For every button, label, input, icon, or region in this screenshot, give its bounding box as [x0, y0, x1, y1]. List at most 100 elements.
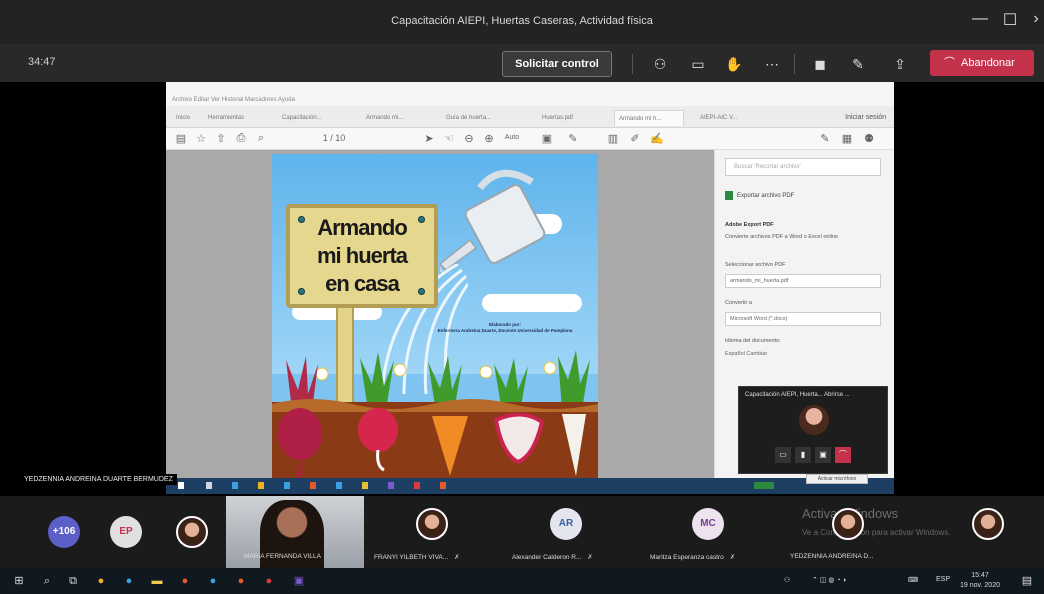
pdf-toolbar: ▤ ☆ ⇧ ⎙ ⌕ 1 / 10 ➤ ☜ ⊖ ⊕ Auto ▣ ✎ ▥ ✐ ✍ …	[166, 128, 894, 150]
chat-icon[interactable]: ▭	[686, 53, 710, 75]
draw-icon[interactable]: ✐	[628, 132, 642, 145]
app-icon	[414, 482, 420, 489]
export-icon[interactable]: ▣	[540, 132, 554, 145]
convert-to-select[interactable]: Microsoft Word (*.docx)	[725, 312, 881, 326]
app-icon[interactable]: ●	[262, 574, 276, 588]
search-icon[interactable]: ⌕	[40, 574, 54, 588]
participant-name: Maritza Esperanza castro ✗	[650, 553, 735, 561]
watering-can-illustration	[440, 169, 546, 275]
export-title: Adobe Export PDF	[725, 222, 774, 228]
mic-tooltip: Activar micrófono	[806, 474, 868, 484]
more-participants-badge[interactable]: +106	[48, 516, 80, 548]
language-value[interactable]: Español Cambiar	[725, 348, 881, 362]
camera-off-icon[interactable]: ◼	[808, 53, 832, 75]
edit-icon[interactable]: ✎	[818, 132, 832, 145]
app-icon	[336, 482, 342, 489]
mic-off-icon[interactable]: ✎	[846, 53, 870, 75]
avatar[interactable]	[416, 508, 448, 540]
close-button[interactable]: ›	[1026, 10, 1044, 28]
print-icon[interactable]: ⎙	[234, 132, 248, 145]
maximize-button[interactable]: ☐	[1000, 10, 1020, 30]
hand-tool-icon[interactable]: ☜	[442, 132, 456, 145]
bookmark-icon[interactable]: ☆	[194, 132, 208, 145]
sign-icon[interactable]: ✍	[650, 132, 664, 145]
export-description: Convierte archivos PDF a Word o Excel on…	[725, 234, 839, 240]
share-screen-icon[interactable]: ⇪	[888, 53, 912, 75]
tray-icons[interactable]: ⌃ ◫ ◍ ◔ ◗	[812, 576, 847, 584]
chrome-icon[interactable]: ●	[94, 574, 108, 588]
request-control-button[interactable]: Solicitar control	[502, 51, 612, 77]
upload-icon[interactable]: ⇧	[214, 132, 228, 145]
tab[interactable]: Capacitación...	[278, 110, 338, 126]
camera-icon[interactable]: ▭	[775, 447, 791, 463]
tab[interactable]: Inicio	[172, 110, 194, 126]
raise-hand-icon[interactable]: ✋	[722, 53, 746, 75]
app-icon[interactable]: ●	[206, 574, 220, 588]
browser-menu[interactable]: Archivo Editar Ver Historial Marcadores …	[166, 94, 894, 106]
zoom-level[interactable]: Auto	[500, 134, 524, 141]
avatar[interactable]	[176, 516, 208, 548]
avatar	[799, 405, 829, 435]
tab[interactable]: Armando mi...	[362, 110, 422, 126]
mic-off-icon: ✗	[729, 554, 736, 561]
zoom-in-icon[interactable]: ⊕	[482, 132, 496, 145]
participant-name: MARIA FERNANDA VILLA	[244, 553, 321, 560]
export-pdf-header[interactable]: Exportar archivo PDF	[725, 188, 881, 204]
shared-taskbar	[166, 478, 894, 494]
app-icon[interactable]: ●	[178, 574, 192, 588]
input-language[interactable]: ESP	[936, 576, 950, 583]
pdf-title-line: mi huerta	[316, 243, 408, 268]
edge-icon[interactable]: ●	[122, 574, 136, 588]
mic-off-icon: ✗	[454, 554, 460, 561]
zoom-out-icon[interactable]: ⊖	[462, 132, 476, 145]
organize-icon[interactable]: ▦	[840, 132, 854, 145]
window-title: Capacitación AIEPI, Huertas Caseras, Act…	[391, 15, 653, 27]
pdf-viewer[interactable]: Armando mi huerta en casa Elaborado por:…	[166, 150, 714, 486]
avatar[interactable]: MC	[692, 508, 724, 540]
credit-line: Enfermera Andreina Duarte, Docente Unive…	[437, 328, 573, 333]
tab[interactable]: Huertas.pdf	[538, 110, 588, 126]
app-icon	[258, 482, 264, 489]
app-icon	[388, 482, 394, 489]
participants-icon[interactable]: ⚇	[648, 53, 672, 75]
tools-search-input[interactable]: Buscar 'Recortar archivo'	[725, 158, 881, 176]
call-timer: 34:47	[28, 56, 56, 68]
people-icon[interactable]: ⚇	[784, 576, 790, 584]
share-icon[interactable]: ▣	[815, 447, 831, 463]
tab-active[interactable]: Armando mi h...	[614, 110, 684, 126]
mini-call-window[interactable]: Capacitación AIEPI, Huerta... Abrirse ..…	[738, 386, 888, 474]
more-actions-icon[interactable]: ⋯	[760, 53, 784, 75]
tab[interactable]: AIEPI-AIC V...	[696, 110, 756, 126]
tab[interactable]: Herramientas	[204, 110, 248, 126]
notifications-icon[interactable]: ▤	[1020, 574, 1034, 588]
app-icon[interactable]: ●	[234, 574, 248, 588]
pdf-title-line: en casa	[325, 271, 400, 296]
teams-icon[interactable]: ▣	[292, 574, 306, 588]
page-counter[interactable]: 1 / 10	[314, 133, 354, 143]
taskbar-clock[interactable]: 15:47 19 nov. 2020	[960, 571, 1000, 591]
task-view-icon[interactable]: ⧉	[66, 574, 80, 588]
browser-tabs: Inicio Herramientas Capacitación... Arma…	[166, 106, 894, 128]
zoom-search-icon[interactable]: ⌕	[254, 132, 268, 145]
tab[interactable]: Guía de huerta...	[442, 110, 502, 126]
avatar[interactable]	[972, 508, 1004, 540]
select-cursor-icon[interactable]: ➤	[422, 132, 436, 145]
comment-icon[interactable]: ✎	[566, 132, 580, 145]
browser-titlebar	[166, 82, 894, 94]
leave-button[interactable]: ⌒ Abandonar	[930, 50, 1034, 76]
minimize-button[interactable]: —	[970, 10, 990, 28]
avatar[interactable]: AR	[550, 508, 582, 540]
highlight-icon[interactable]: ▥	[606, 132, 620, 145]
share-user-icon[interactable]: ⚉	[862, 132, 876, 145]
select-file-field[interactable]: armando_mi_huerta.pdf	[725, 274, 881, 288]
windows-start-icon[interactable]: ⊞	[12, 574, 26, 588]
login-link[interactable]: Iniciar sesión	[845, 114, 886, 121]
language-label: Idioma del documento:	[725, 338, 781, 344]
avatar[interactable]: EP	[110, 516, 142, 548]
avatar[interactable]	[832, 508, 864, 540]
file-explorer-icon[interactable]: ▬	[150, 574, 164, 588]
hang-up-icon[interactable]: ⌒	[835, 447, 851, 463]
sidebar-icon[interactable]: ▤	[174, 132, 188, 145]
mic-icon[interactable]: ▮	[795, 447, 811, 463]
keyboard-icon[interactable]: ⌨	[908, 576, 918, 584]
